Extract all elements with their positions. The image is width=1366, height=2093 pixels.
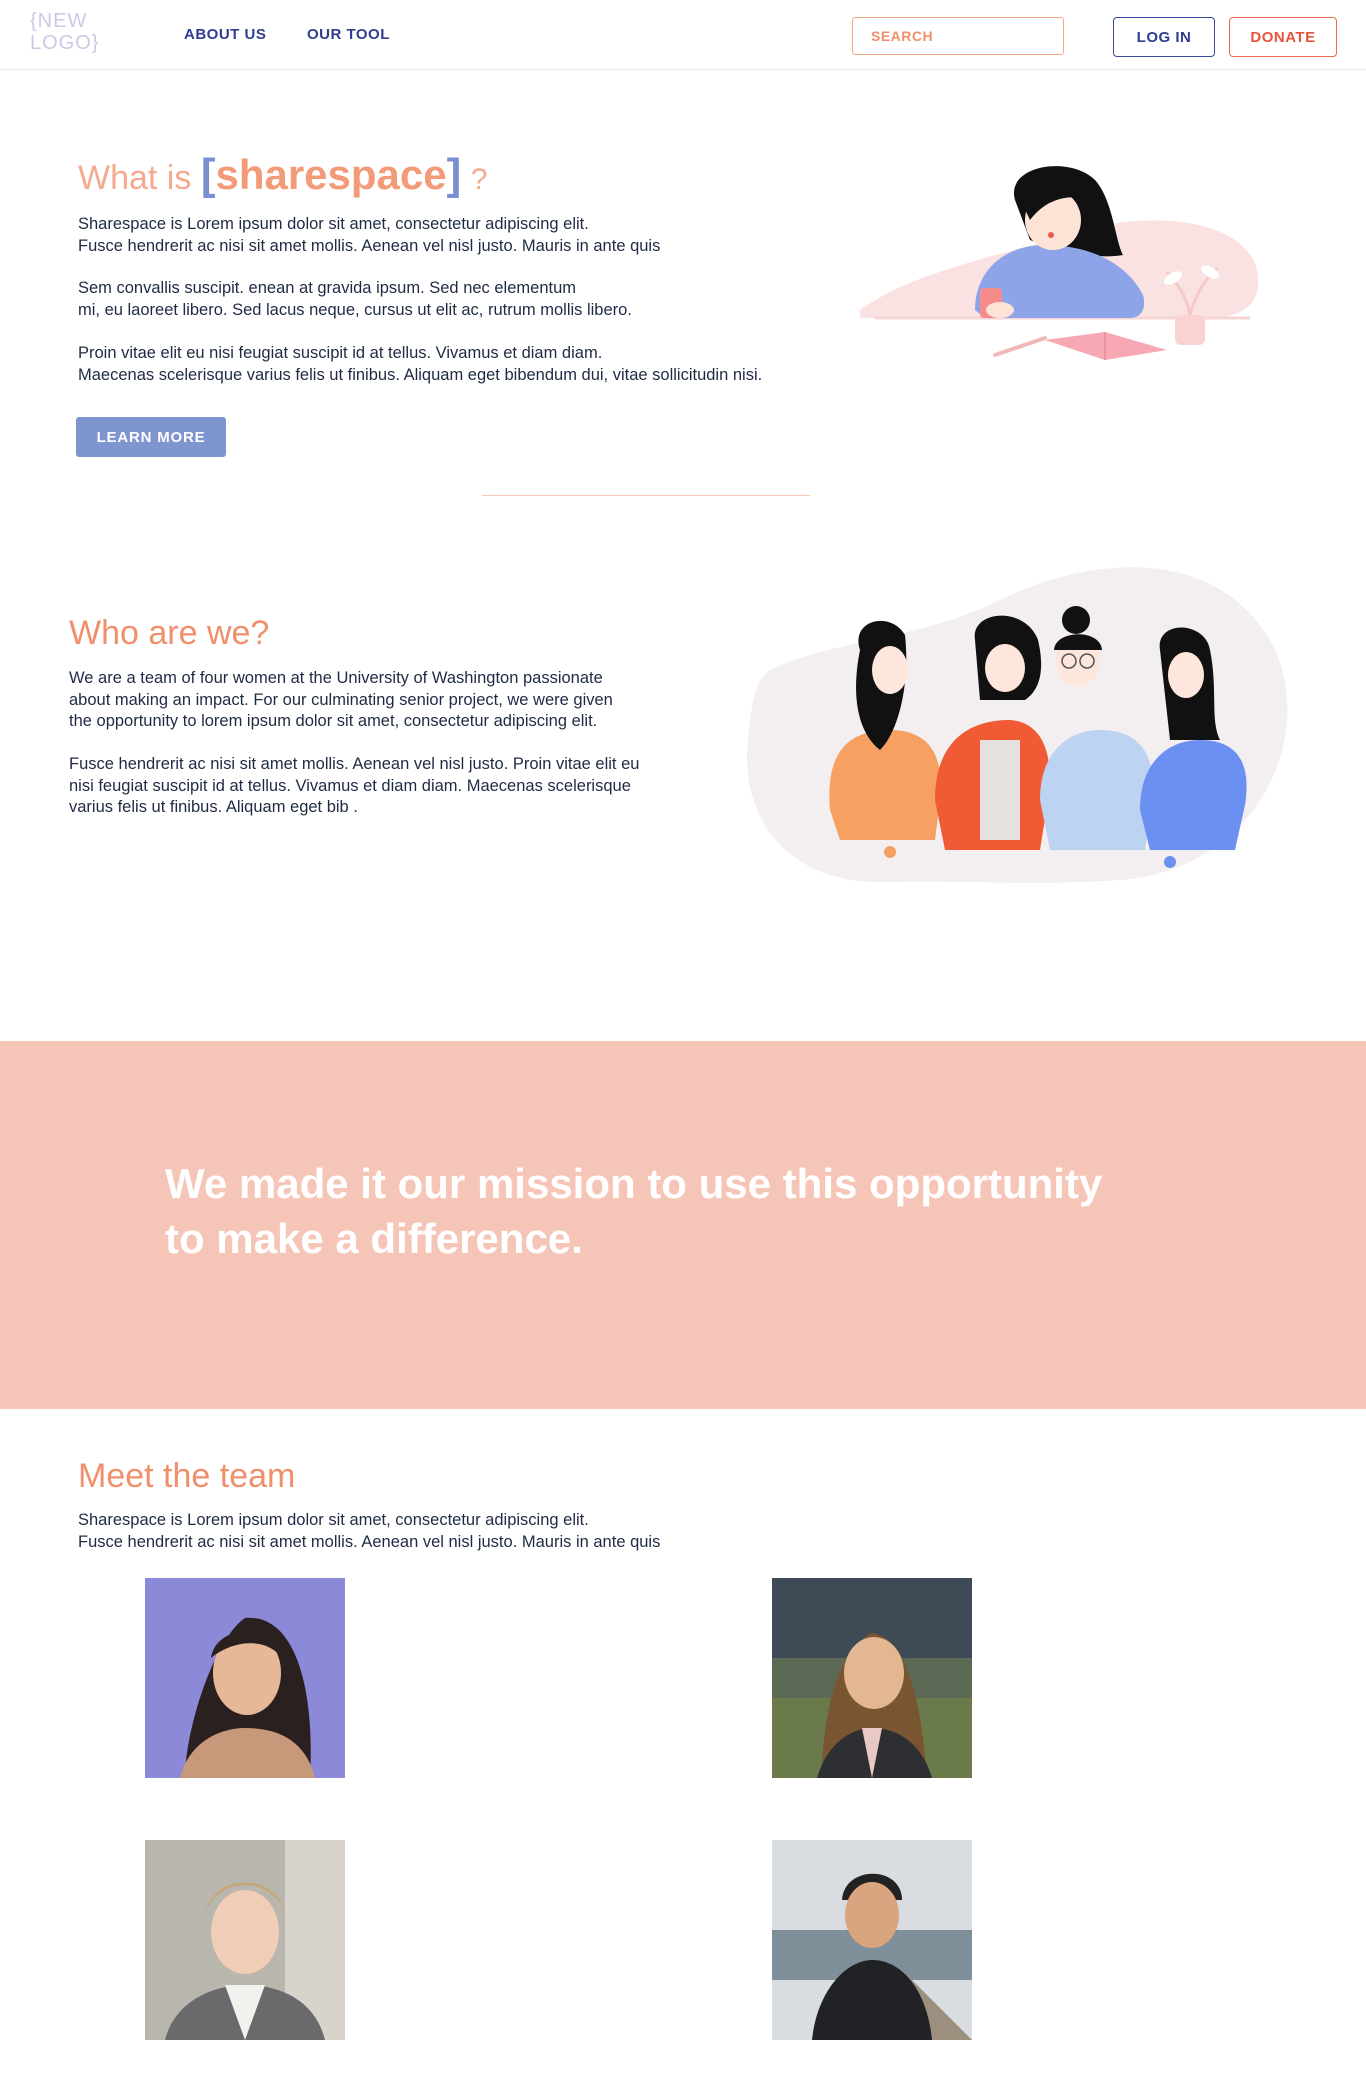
brand-name: sharespace [215,151,447,198]
team-member-photo-3[interactable] [145,1840,345,2040]
intro-paragraph-2: Sem convallis suscipit. enean at gravida… [78,279,632,319]
intro-heading-prefix: What is [78,159,192,197]
who-heading: Who are we? [69,614,270,652]
nav-about-us[interactable]: ABOUT US [184,26,266,43]
portrait-2-image [772,1578,972,1778]
portrait-1-image [145,1578,345,1778]
learn-more-button[interactable]: LEARN MORE [76,417,226,457]
intro-heading-question: ? [470,163,488,196]
mission-banner: We made it our mission to use this oppor… [0,1041,1366,1409]
mission-statement: We made it our mission to use this oppor… [165,1160,1103,1262]
team-member-photo-1[interactable] [145,1578,345,1778]
section-divider [482,495,810,496]
bracket-close: ] [446,150,462,199]
intro-paragraph-3: Proin vitae elit eu nisi feugiat suscipi… [78,344,763,384]
search-input[interactable] [852,17,1064,55]
team-intro: Sharespace is Lorem ipsum dolor sit amet… [78,1511,661,1551]
intro-paragraph-1: Sharespace is Lorem ipsum dolor sit amet… [78,215,661,255]
donate-button[interactable]: DONATE [1229,17,1337,57]
team-member-photo-2[interactable] [772,1578,972,1778]
who-paragraph-2: Fusce hendrerit ac nisi sit amet mollis.… [69,755,640,816]
team-member-photo-4[interactable] [772,1840,972,2040]
login-button[interactable]: LOG IN [1113,17,1215,57]
team-illustration [747,567,1288,883]
bracket-open: [ [200,150,216,199]
portrait-3-image [145,1840,345,2040]
nav-our-tool[interactable]: OUR TOOL [307,26,390,43]
who-paragraph-1: We are a team of four women at the Unive… [69,669,613,730]
portrait-4-image [772,1840,972,2040]
site-logo[interactable]: {NEW LOGO} [30,10,120,54]
intro-heading: What is [sharespace] ? [78,150,487,200]
team-heading: Meet the team [78,1457,296,1495]
reading-woman-illustration [860,166,1259,360]
site-header: {NEW LOGO} ABOUT US OUR TOOL LOG IN DONA… [0,0,1366,70]
